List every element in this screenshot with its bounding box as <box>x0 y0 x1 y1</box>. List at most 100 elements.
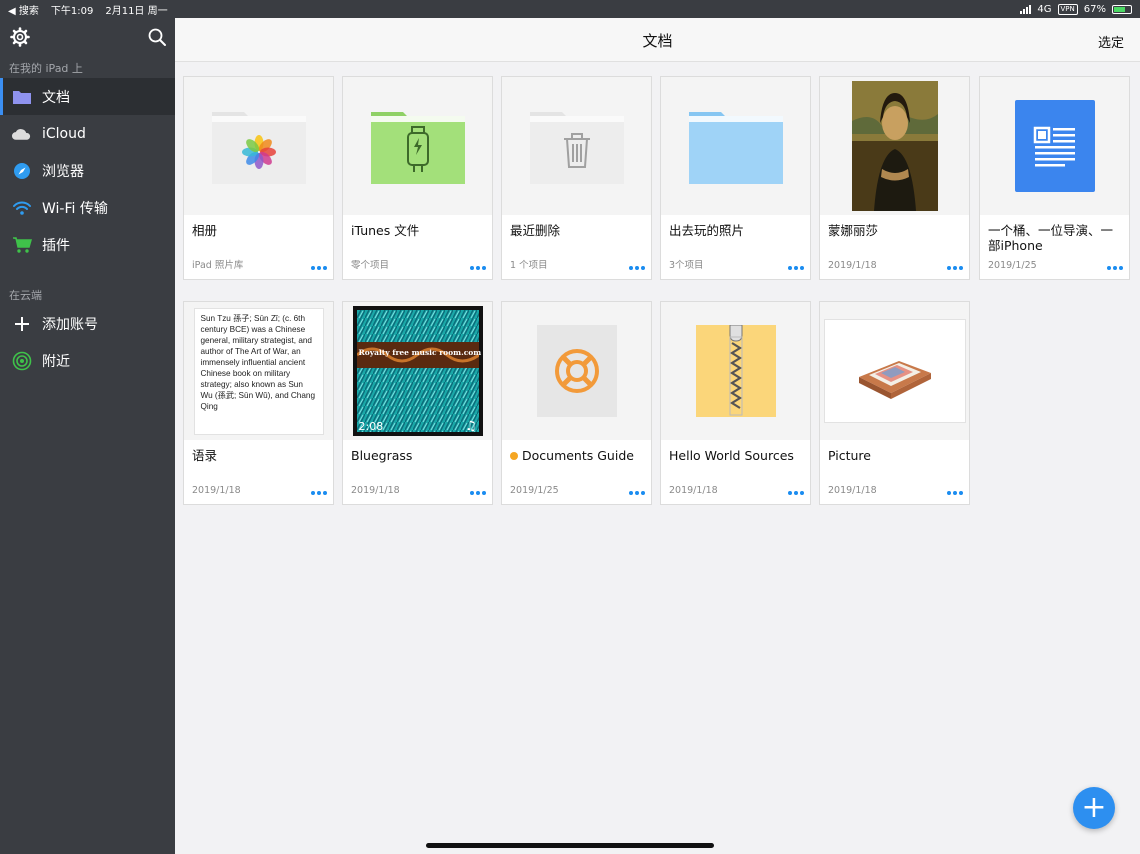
wifi-icon <box>11 197 32 218</box>
thumbnail <box>502 77 651 215</box>
lifebuoy-icon <box>554 349 599 393</box>
file-name: Hello World Sources <box>669 448 794 463</box>
gear-icon[interactable] <box>10 27 30 47</box>
file-name: 蒙娜丽莎 <box>828 223 879 238</box>
file-card-picture[interactable]: Picture 2019/1/18 <box>819 301 970 505</box>
thumbnail <box>502 302 651 440</box>
file-meta: 3个项目 <box>669 260 704 271</box>
zip-archive-icon <box>695 325 776 417</box>
file-meta: 2019/1/25 <box>988 260 1037 271</box>
file-card-trip-photos[interactable]: 出去玩的照片 3个项目 <box>660 76 811 280</box>
nearby-icon <box>11 350 32 371</box>
file-name: Documents Guide <box>502 440 651 486</box>
main-panel: 文档 选定 相册 iPad 照片库 iTunes 文件 零个项目 最近删除 1 … <box>175 18 1140 854</box>
file-card-quotes[interactable]: Sun Tzu 孫子; Sūn Zǐ; (c. 6th century BCE)… <box>183 301 334 505</box>
select-button[interactable]: 选定 <box>1098 32 1124 51</box>
more-icon[interactable] <box>311 263 327 273</box>
more-icon[interactable] <box>629 488 645 498</box>
file-card-hello-world-sources[interactable]: Hello World Sources 2019/1/18 <box>660 301 811 505</box>
file-card-mona-lisa[interactable]: 蒙娜丽莎 2019/1/18 <box>819 76 970 280</box>
more-icon[interactable] <box>788 263 804 273</box>
plus-icon <box>11 313 32 334</box>
sidebar-item-label: 浏览器 <box>42 163 84 180</box>
signal-icon <box>1020 4 1032 14</box>
sidebar-item-add-account[interactable]: 添加账号 <box>0 305 175 342</box>
file-name: iTunes 文件 <box>351 223 420 238</box>
folder-icon <box>688 112 783 184</box>
status-time: 下午1:09 <box>50 5 94 17</box>
file-card-itunes[interactable]: iTunes 文件 零个项目 <box>342 76 493 280</box>
file-name: 一个桶、一位导演、一部iPhone <box>988 223 1114 253</box>
more-icon[interactable] <box>629 263 645 273</box>
photo-tray-icon <box>858 361 931 399</box>
trash-folder-icon <box>529 112 624 184</box>
more-icon[interactable] <box>947 263 963 273</box>
video-banner-text: Royalty free music room.com <box>358 348 482 357</box>
section-local-label: 在我的 iPad 上 <box>9 62 83 75</box>
more-icon[interactable] <box>1107 263 1123 273</box>
status-dot <box>510 452 518 460</box>
file-card-documents-guide[interactable]: Documents Guide 2019/1/25 <box>501 301 652 505</box>
cloud-icon <box>11 123 32 144</box>
page-title: 文档 <box>642 32 673 50</box>
file-name: Bluegrass <box>351 448 413 463</box>
network-type: 4G <box>1037 3 1052 15</box>
sidebar-item-label: 附近 <box>42 353 70 370</box>
more-icon[interactable] <box>788 488 804 498</box>
sidebar-item-wifi[interactable]: Wi-Fi 传输 <box>0 189 175 226</box>
home-indicator[interactable] <box>426 843 714 848</box>
sidebar-item-nearby[interactable]: 附近 <box>0 342 175 379</box>
battery-icon <box>1112 4 1132 14</box>
compass-icon <box>11 160 32 181</box>
sidebar-item-browser[interactable]: 浏览器 <box>0 152 175 189</box>
file-meta: 2019/1/18 <box>192 485 241 496</box>
section-cloud-label: 在云端 <box>9 289 42 302</box>
search-icon[interactable] <box>147 27 167 47</box>
thumbnail <box>343 77 492 215</box>
file-name-text: Documents Guide <box>522 448 634 463</box>
photos-folder-icon <box>211 112 306 184</box>
thumbnail <box>184 77 333 215</box>
file-card-bluegrass[interactable]: Royalty free music room.com 2:08 ♫ Blueg… <box>342 301 493 505</box>
file-meta: 1 个项目 <box>510 260 548 271</box>
thumbnail <box>661 302 810 440</box>
video-duration: 2:08 <box>358 420 384 433</box>
sidebar-item-plugins[interactable]: 插件 <box>0 226 175 263</box>
file-meta: 2019/1/25 <box>510 485 559 496</box>
file-name: 最近删除 <box>510 223 561 238</box>
music-note-icon: ♫ <box>464 419 477 434</box>
cart-icon <box>11 234 32 255</box>
mona-lisa-image <box>851 81 938 211</box>
folder-icon <box>11 86 32 107</box>
file-card-photos[interactable]: 相册 iPad 照片库 <box>183 76 334 280</box>
thumbnail: Royalty free music room.com 2:08 ♫ <box>343 302 492 440</box>
text-preview: Sun Tzu 孫子; Sūn Zǐ; (c. 6th century BCE)… <box>193 307 324 435</box>
status-bar: ◀ 搜索 下午1:09 2月11日 周一 4G VPN 67% <box>0 0 1140 18</box>
sidebar-item-label: 插件 <box>42 237 70 254</box>
video-thumbnail: Royalty free music room.com 2:08 ♫ <box>352 306 483 436</box>
sidebar-item-documents[interactable]: 文档 <box>0 78 175 115</box>
file-card-bucket-director-iphone[interactable]: 一个桶、一位导演、一部iPhone 2019/1/25 <box>979 76 1130 280</box>
picture-thumbnail <box>823 319 966 423</box>
more-icon[interactable] <box>470 488 486 498</box>
battery-percent: 67% <box>1083 3 1106 15</box>
sidebar: 在我的 iPad 上 文档 iCloud 浏览器 Wi-Fi 传输 插件 在云端 <box>0 18 175 854</box>
file-name: 相册 <box>192 223 218 238</box>
sidebar-item-label: 文档 <box>42 89 70 106</box>
file-meta: 2019/1/18 <box>351 485 400 496</box>
back-to-search[interactable]: ◀ 搜索 <box>8 2 39 17</box>
guide-thumbnail <box>536 325 617 417</box>
thumbnail <box>820 77 969 215</box>
sidebar-item-icloud[interactable]: iCloud <box>0 115 175 152</box>
document-icon <box>1014 100 1095 192</box>
more-icon[interactable] <box>947 488 963 498</box>
thumbnail <box>820 302 969 440</box>
file-card-recently-deleted[interactable]: 最近删除 1 个项目 <box>501 76 652 280</box>
add-button[interactable]: + <box>1073 787 1115 829</box>
nav-bar: 文档 选定 <box>175 18 1140 62</box>
status-date: 2月11日 周一 <box>105 5 168 17</box>
more-icon[interactable] <box>311 488 327 498</box>
thumbnail: Sun Tzu 孫子; Sūn Zǐ; (c. 6th century BCE)… <box>184 302 333 440</box>
more-icon[interactable] <box>470 263 486 273</box>
file-meta: 零个项目 <box>351 260 390 271</box>
